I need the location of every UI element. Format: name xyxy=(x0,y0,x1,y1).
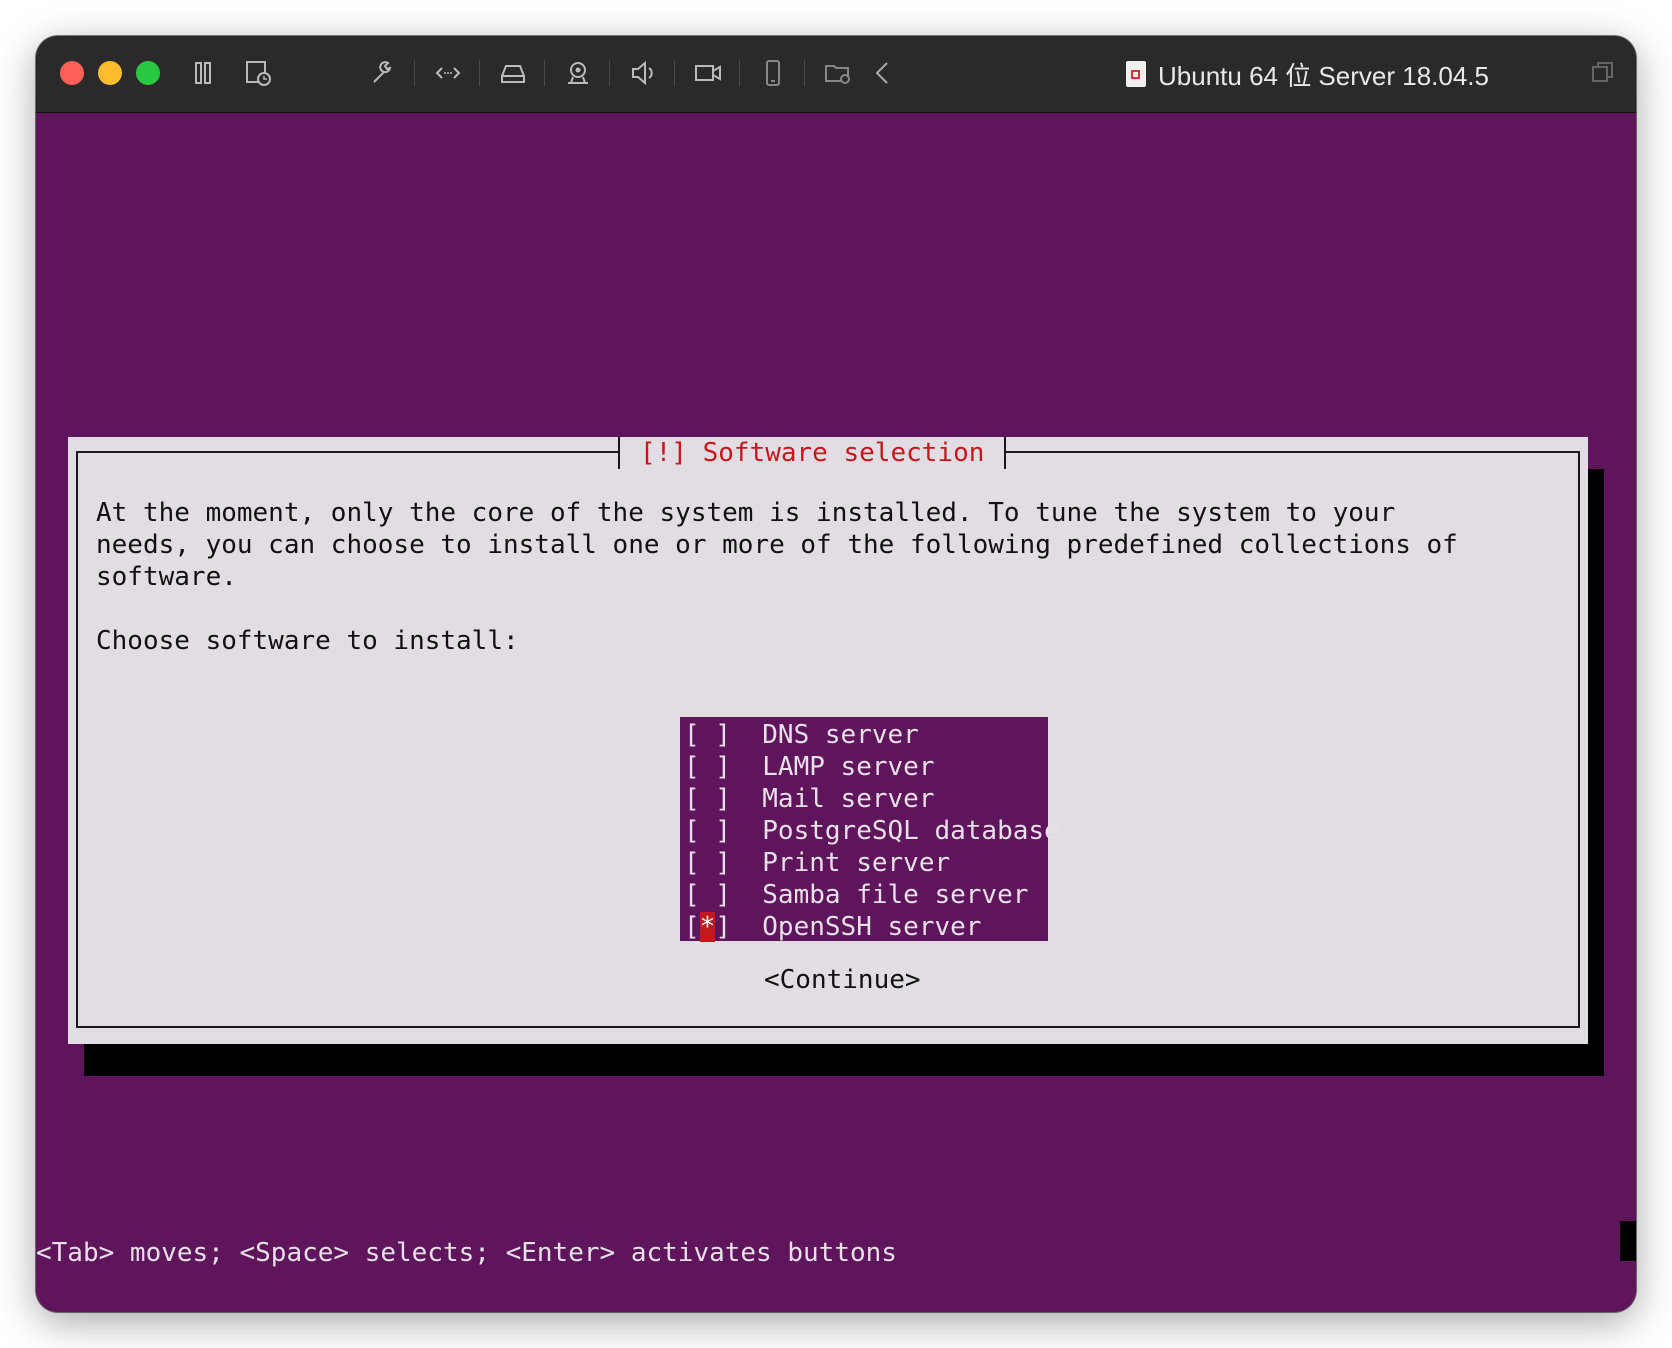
list-item-lamp[interactable]: [ ] LAMP server xyxy=(684,751,934,783)
checkbox[interactable]: [ ] xyxy=(684,880,731,910)
option-label: DNS server xyxy=(762,720,919,750)
shared-folder-icon[interactable] xyxy=(821,56,855,90)
back-chevron-icon[interactable] xyxy=(866,56,900,90)
list-item-postgresql[interactable]: [ ] PostgreSQL database xyxy=(684,815,1060,847)
minimize-button[interactable] xyxy=(98,61,122,85)
selection-cursor[interactable]: * xyxy=(699,912,716,942)
continue-button[interactable]: <Continue> xyxy=(764,964,921,996)
phone-device-icon[interactable] xyxy=(756,56,790,90)
option-label: PostgreSQL database xyxy=(762,816,1060,846)
option-label: Samba file server xyxy=(762,880,1029,910)
document-icon xyxy=(1126,61,1146,87)
checkbox[interactable]: [ ] xyxy=(684,752,731,782)
software-list[interactable]: [ ] DNS server [ ] LAMP server [ ] Mail … xyxy=(680,717,1060,943)
list-item-dns[interactable]: [ ] DNS server xyxy=(684,719,919,751)
zoom-button[interactable] xyxy=(136,61,160,85)
option-label: Print server xyxy=(762,848,951,878)
option-label: LAMP server xyxy=(762,752,935,782)
code-icon[interactable] xyxy=(431,56,465,90)
disk-icon[interactable] xyxy=(496,56,530,90)
list-item-openssh[interactable]: [*] OpenSSH server xyxy=(684,911,981,943)
video-camera-icon[interactable] xyxy=(691,56,725,90)
option-label: OpenSSH server xyxy=(762,912,982,942)
titlebar: Ubuntu 64 位 Server 18.04.5 xyxy=(36,36,1636,113)
choose-prompt: Choose software to install: xyxy=(96,626,519,656)
checkbox[interactable]: [ ] xyxy=(684,816,731,846)
vm-window: Ubuntu 64 位 Server 18.04.5 [!] Software … xyxy=(36,36,1636,1312)
settings-wrench-icon[interactable] xyxy=(366,56,400,90)
checkbox-open: [ xyxy=(684,912,700,942)
camera-user-icon[interactable] xyxy=(561,56,595,90)
close-button[interactable] xyxy=(60,61,84,85)
description-line-2: needs, you can choose to install one or … xyxy=(96,530,1458,560)
description-line-1: At the moment, only the core of the syst… xyxy=(96,498,1396,528)
checkbox-close: ] xyxy=(715,912,731,942)
checkbox[interactable]: [ ] xyxy=(684,784,731,814)
description-line-3: software. xyxy=(96,562,237,592)
vm-screen[interactable]: [!] Software selection At the moment, on… xyxy=(36,113,1636,1312)
status-bar: <Tab> moves; <Space> selects; <Enter> ac… xyxy=(36,1238,897,1268)
pause-icon[interactable] xyxy=(186,56,220,90)
status-bar-edge xyxy=(1620,1221,1636,1261)
list-item-samba[interactable]: [ ] Samba file server xyxy=(684,879,1028,911)
option-label: Mail server xyxy=(762,784,935,814)
checkbox[interactable]: [ ] xyxy=(684,720,731,750)
restore-window-icon[interactable] xyxy=(1586,56,1620,90)
software-selection-dialog: [!] Software selection At the moment, on… xyxy=(68,437,1588,1044)
speaker-icon[interactable] xyxy=(626,56,660,90)
dialog-title: [!] Software selection xyxy=(618,437,1007,469)
checkbox[interactable]: [ ] xyxy=(684,848,731,878)
list-item-mail[interactable]: [ ] Mail server xyxy=(684,783,934,815)
list-item-print[interactable]: [ ] Print server xyxy=(684,847,950,879)
window-title: Ubuntu 64 位 Server 18.04.5 xyxy=(1126,54,1489,94)
window-title-text: Ubuntu 64 位 Server 18.04.5 xyxy=(1158,60,1489,91)
snapshot-icon[interactable] xyxy=(241,56,275,90)
